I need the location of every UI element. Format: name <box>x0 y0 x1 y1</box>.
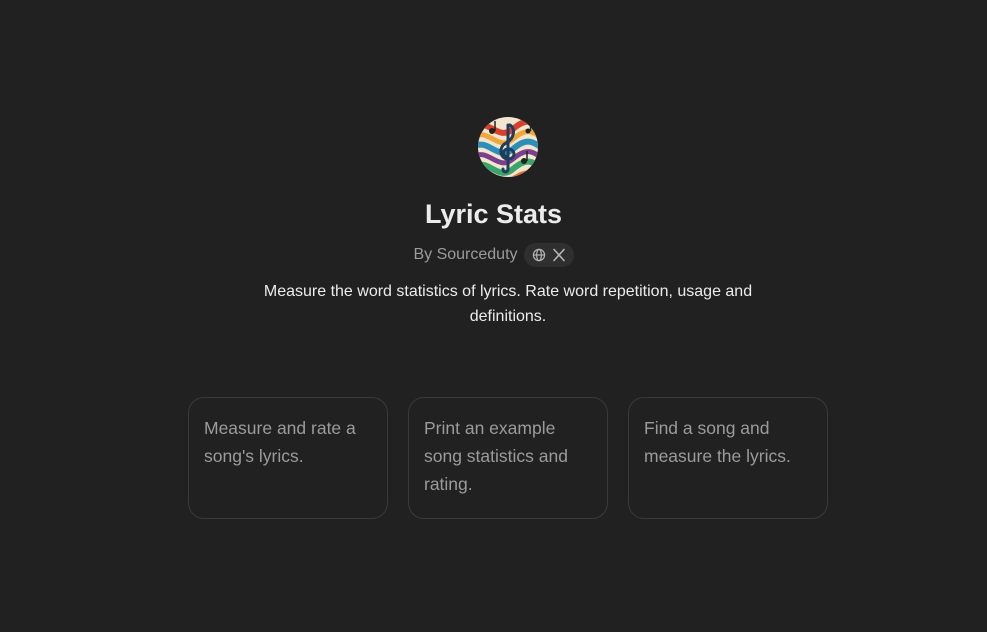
gpt-avatar <box>478 117 538 177</box>
starter-card[interactable]: Print an example song statistics and rat… <box>408 397 608 519</box>
author-links <box>523 243 574 267</box>
starter-card[interactable]: Measure and rate a song's lyrics. <box>188 397 388 519</box>
starter-card[interactable]: Find a song and measure the lyrics. <box>628 397 828 519</box>
conversation-starters: Measure and rate a song's lyrics. Print … <box>188 397 828 519</box>
starter-label: Print an example song statistics and rat… <box>424 418 568 494</box>
x-logo-icon[interactable] <box>552 248 566 262</box>
gpt-intro-page: Lyric Stats By Sourceduty Measure the wo… <box>0 0 987 632</box>
gpt-description: Measure the word statistics of lyrics. R… <box>263 283 753 325</box>
treble-clef-icon <box>478 117 538 177</box>
gpt-title: Lyric Stats <box>424 199 563 229</box>
starter-label: Measure and rate a song's lyrics. <box>204 418 356 466</box>
gpt-byline: By Sourceduty <box>0 242 987 268</box>
author-label: By Sourceduty <box>413 246 518 263</box>
globe-icon[interactable] <box>532 248 546 262</box>
starter-label: Find a song and measure the lyrics. <box>644 418 791 466</box>
